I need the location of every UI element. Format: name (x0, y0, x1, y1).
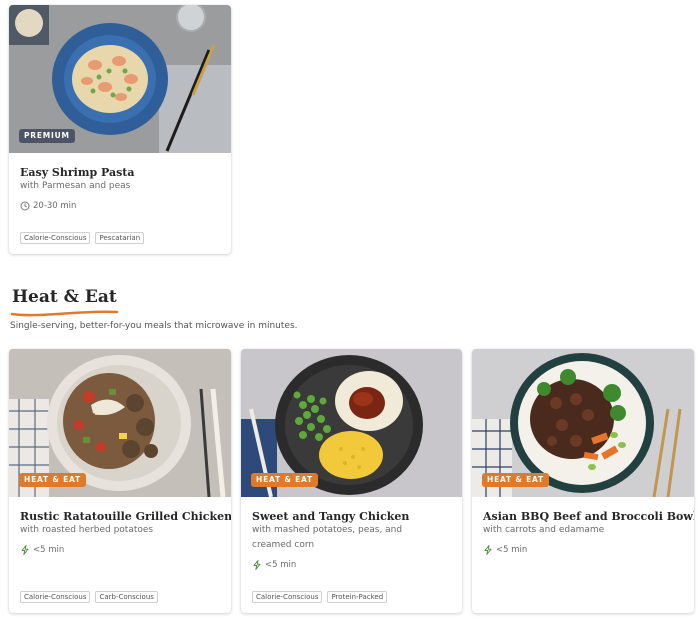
tag: Calorie-Conscious (252, 591, 323, 603)
prep-time-label: <5 min (33, 545, 65, 555)
meal-title[interactable]: Asian BBQ Beef and Broccoli Bowl (483, 510, 694, 523)
meal-title[interactable]: Easy Shrimp Pasta (20, 166, 135, 179)
prep-time: <5 min (252, 559, 296, 571)
tag: Calorie-Conscious (20, 232, 91, 244)
heat-and-eat-badge: HEAT & EAT (19, 473, 86, 487)
meal-card-asian-bbq-beef[interactable]: HEAT & EAT Asian BBQ Beef and Broccoli B… (472, 349, 694, 613)
section-underline-decoration (10, 310, 119, 317)
meal-subtitle: with carrots and edamame (483, 525, 605, 535)
prep-time-label: 20-30 min (33, 201, 77, 211)
prep-time: <5 min (20, 544, 64, 556)
tag-list: Calorie-Conscious Pescatarian (20, 232, 145, 244)
meal-card-sweet-tangy-chicken[interactable]: HEAT & EAT Sweet and Tangy Chicken with … (241, 349, 462, 613)
meal-title[interactable]: Sweet and Tangy Chicken (252, 510, 409, 523)
tag: Pescatarian (95, 232, 145, 244)
lightning-icon (484, 545, 492, 555)
heat-and-eat-badge: HEAT & EAT (251, 473, 318, 487)
meal-subtitle: with roasted herbed potatoes (20, 525, 154, 535)
clock-icon (20, 201, 30, 211)
tag-list: Calorie-Conscious Protein-Packed (252, 591, 388, 603)
section-title: Heat & Eat (12, 287, 117, 307)
heat-and-eat-badge: HEAT & EAT (482, 473, 549, 487)
prep-time: 20-30 min (20, 200, 76, 212)
meal-subtitle: with Parmesan and peas (20, 181, 131, 191)
meal-card-shrimp-pasta[interactable]: PREMIUM Easy Shrimp Pasta with Parmesan … (9, 5, 231, 254)
prep-time: <5 min (483, 544, 527, 556)
lightning-icon (21, 545, 29, 555)
meal-card-ratatouille-chicken[interactable]: HEAT & EAT Rustic Ratatouille Grilled Ch… (9, 349, 231, 613)
tag-list: Calorie-Conscious Carb-Conscious (20, 591, 158, 603)
tag: Calorie-Conscious (20, 591, 91, 603)
prep-time-label: <5 min (265, 560, 297, 570)
tag: Carb-Conscious (95, 591, 158, 603)
meal-subtitle: with mashed potatoes, peas, and creamed … (252, 525, 403, 550)
premium-badge: PREMIUM (19, 129, 75, 143)
prep-time-label: <5 min (496, 545, 528, 555)
lightning-icon (253, 560, 261, 570)
meal-title[interactable]: Rustic Ratatouille Grilled Chicken (20, 510, 231, 523)
section-description: Single-serving, better-for-you meals tha… (10, 321, 298, 331)
tag: Protein-Packed (327, 591, 388, 603)
